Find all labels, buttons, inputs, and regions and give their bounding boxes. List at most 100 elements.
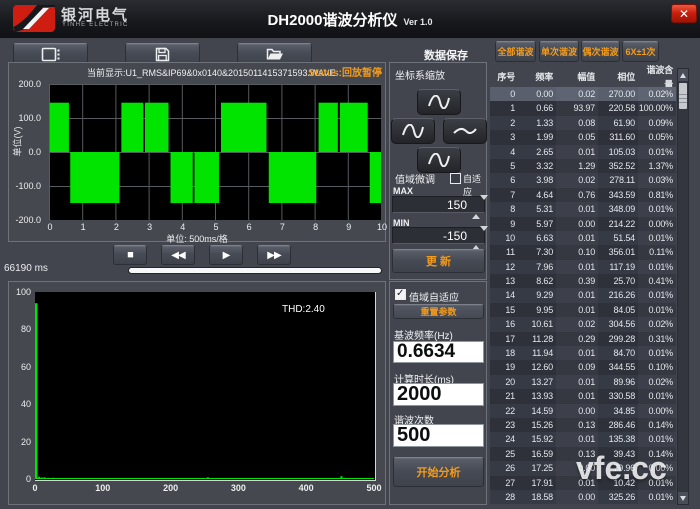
scroll-up-button[interactable] bbox=[678, 69, 688, 81]
column-header: 序号 bbox=[490, 70, 518, 84]
table-cell: 0.10% bbox=[638, 360, 676, 374]
start-analysis-button[interactable]: 开始分析 bbox=[393, 457, 484, 487]
table-row[interactable]: 53.321.29352.521.37% bbox=[490, 159, 676, 173]
spinner-arrows-icon[interactable] bbox=[472, 199, 480, 215]
fundamental-frequency-input[interactable] bbox=[393, 341, 484, 363]
table-row[interactable]: 2415.920.01135.380.01% bbox=[490, 432, 676, 446]
table-cell: 304.56 bbox=[598, 317, 638, 331]
table-scrollbar[interactable] bbox=[677, 68, 689, 505]
tab-6x-plus-minus-1[interactable]: 6X±1次 bbox=[622, 41, 659, 62]
table-row[interactable]: 138.620.3925.700.41% bbox=[490, 274, 676, 288]
table-cell: 1.33 bbox=[518, 116, 556, 130]
table-cell: 13 bbox=[490, 274, 518, 288]
table-cell: 0.00 bbox=[556, 404, 598, 418]
table-cell: 1.29 bbox=[556, 159, 598, 173]
table-row[interactable]: 42.650.01105.030.01% bbox=[490, 145, 676, 159]
axis-tick-label: -200.0 bbox=[9, 215, 41, 225]
table-cell: 7.96 bbox=[518, 260, 556, 274]
tab-single-harmonic[interactable]: 单次谐波 bbox=[539, 41, 579, 62]
play-button[interactable]: ▶ bbox=[209, 245, 243, 265]
analysis-settings-panel: 值域自适应 重置参数 基波频率(Hz) 计算时长(ms) 谐波次数 开始分析 bbox=[389, 281, 487, 505]
sine-wave-icon bbox=[427, 95, 451, 109]
axis-tick-label: 10 bbox=[377, 222, 387, 232]
table-row[interactable]: 2013.270.0189.960.02% bbox=[490, 375, 676, 389]
playback-progress-slider[interactable] bbox=[128, 267, 382, 274]
max-value-spinner[interactable]: 150 bbox=[392, 196, 485, 213]
table-row[interactable]: 1711.280.29299.280.31% bbox=[490, 332, 676, 346]
axis-tick-label: 200 bbox=[163, 483, 178, 493]
tab-even-harmonics[interactable]: 偶次谐波 bbox=[581, 41, 620, 62]
min-value-spinner[interactable]: -150 bbox=[392, 227, 485, 244]
table-row[interactable]: 74.640.76343.590.81% bbox=[490, 188, 676, 202]
axis-zoom-title: 坐标系缩放 bbox=[395, 67, 445, 82]
table-cell: 6.63 bbox=[518, 231, 556, 245]
table-cell: 0.01 bbox=[556, 202, 598, 216]
axis-tick-label: 7 bbox=[280, 222, 285, 232]
table-row[interactable]: 159.950.0184.050.01% bbox=[490, 303, 676, 317]
table-cell: 1.37% bbox=[638, 159, 676, 173]
table-row[interactable]: 2315.260.13286.460.14% bbox=[490, 418, 676, 432]
table-row[interactable]: 95.970.00214.220.00% bbox=[490, 217, 676, 231]
current-display-text: 当前显示:U1_RMS&IP69&0x0140&2015011415371593… bbox=[87, 66, 335, 79]
table-cell: 8 bbox=[490, 202, 518, 216]
table-cell: 214.22 bbox=[598, 217, 638, 231]
table-row[interactable]: 1610.610.02304.560.02% bbox=[490, 317, 676, 331]
table-row[interactable]: 1811.940.0184.700.01% bbox=[490, 346, 676, 360]
scroll-down-button[interactable] bbox=[678, 492, 688, 504]
table-cell: 4 bbox=[490, 145, 518, 159]
harmonic-order-input[interactable] bbox=[393, 424, 484, 447]
axis-tick-label: 1 bbox=[81, 222, 86, 232]
arrow-up-icon bbox=[680, 73, 686, 78]
auto-range-checkbox[interactable] bbox=[450, 173, 461, 184]
update-button[interactable]: 更 新 bbox=[392, 249, 485, 273]
zoom-x-expand-button[interactable] bbox=[443, 118, 487, 144]
scrollbar-thumb[interactable] bbox=[679, 83, 687, 109]
table-cell: 344.55 bbox=[598, 360, 638, 374]
fast-forward-button[interactable]: ▶▶ bbox=[257, 245, 291, 265]
table-row[interactable]: 00.000.02270.000.02% bbox=[490, 87, 676, 101]
table-row[interactable]: 149.290.01216.260.01% bbox=[490, 288, 676, 302]
table-cell: 0.01% bbox=[638, 260, 676, 274]
zoom-x-compress-button[interactable] bbox=[391, 118, 435, 144]
table-cell: 5.97 bbox=[518, 217, 556, 231]
table-row[interactable]: 10.6693.97220.58100.00% bbox=[490, 101, 676, 115]
table-row[interactable]: 85.310.01348.090.01% bbox=[490, 202, 676, 216]
table-row[interactable]: 31.990.05311.600.05% bbox=[490, 130, 676, 144]
table-cell: 0.02% bbox=[638, 87, 676, 101]
table-row[interactable]: 117.300.10356.010.11% bbox=[490, 245, 676, 259]
spectrum-chart bbox=[35, 292, 376, 481]
table-row[interactable]: 2113.930.01330.580.01% bbox=[490, 389, 676, 403]
table-cell: 24 bbox=[490, 432, 518, 446]
playback-status-text: Status:回放暂停 bbox=[308, 64, 382, 79]
table-row[interactable]: 63.980.02278.110.03% bbox=[490, 173, 676, 187]
table-cell: 14 bbox=[490, 288, 518, 302]
sine-wave-icon bbox=[401, 124, 425, 138]
tab-all-harmonics[interactable]: 全部谐波 bbox=[495, 41, 536, 62]
table-row[interactable]: 127.960.01117.190.01% bbox=[490, 260, 676, 274]
axis-tick-label: 100.0 bbox=[9, 113, 41, 123]
close-button[interactable]: ✕ bbox=[671, 4, 697, 23]
app-version: Ver 1.0 bbox=[404, 17, 433, 27]
zoom-y-compress-button[interactable] bbox=[417, 147, 461, 173]
zoom-y-expand-button[interactable] bbox=[417, 89, 461, 115]
table-cell: 0.14% bbox=[638, 418, 676, 432]
flat-sine-wave-icon bbox=[453, 124, 477, 138]
table-row[interactable]: 106.630.0151.540.01% bbox=[490, 231, 676, 245]
table-row[interactable]: 1912.600.09344.550.10% bbox=[490, 360, 676, 374]
axis-tick-label: 4 bbox=[180, 222, 185, 232]
reset-parameters-button[interactable]: 重置参数 bbox=[393, 304, 484, 319]
table-cell: 12.60 bbox=[518, 360, 556, 374]
table-cell: 11.94 bbox=[518, 346, 556, 360]
table-row[interactable]: 2818.580.00325.260.01% bbox=[490, 490, 676, 504]
table-row[interactable]: 2214.590.0034.850.00% bbox=[490, 404, 676, 418]
range-autofit-checkbox[interactable] bbox=[395, 289, 406, 300]
table-cell: 27 bbox=[490, 476, 518, 490]
axis-tick-label: 300 bbox=[231, 483, 246, 493]
table-header: 序号频率幅值相位谐波含量 bbox=[490, 68, 689, 87]
stop-button[interactable]: ■ bbox=[113, 245, 147, 265]
spinner-arrows-icon[interactable] bbox=[472, 230, 480, 246]
calc-duration-input[interactable] bbox=[393, 383, 484, 406]
column-header: 频率 bbox=[518, 70, 556, 84]
table-row[interactable]: 21.330.0861.900.09% bbox=[490, 116, 676, 130]
rewind-button[interactable]: ◀◀ bbox=[161, 245, 195, 265]
